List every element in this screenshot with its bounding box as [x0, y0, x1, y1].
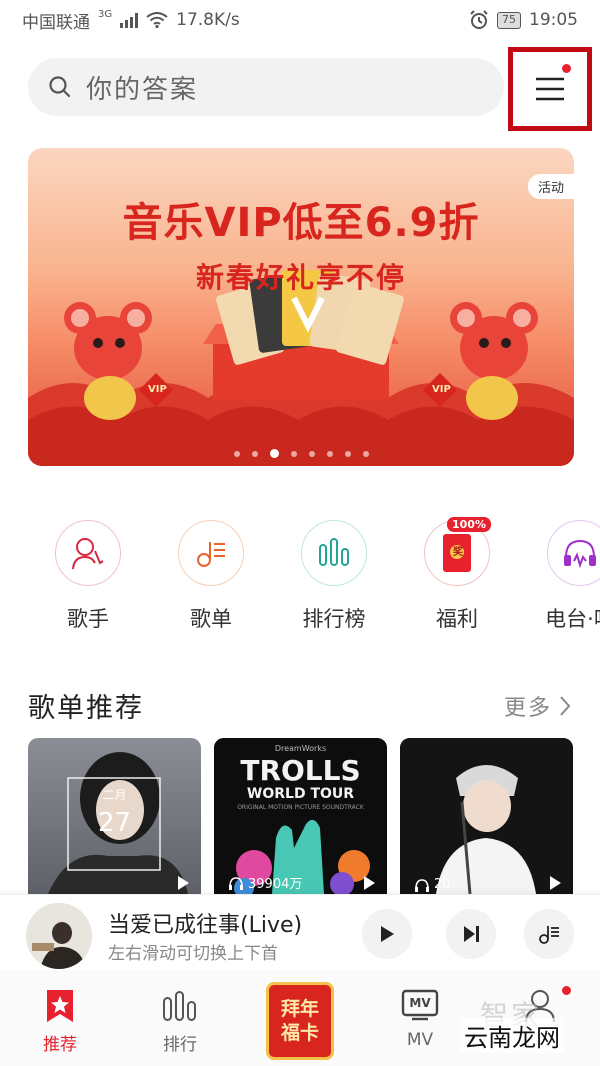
carrier-label: 中国联通: [22, 12, 90, 33]
new-year-card-button[interactable]: 拜年 福卡: [266, 982, 334, 1060]
search-icon: [49, 76, 71, 98]
network-type: 3G: [98, 8, 113, 20]
card-cover-image: [400, 738, 573, 894]
category-label: 排行榜: [302, 607, 366, 631]
carousel-dot[interactable]: [290, 450, 297, 457]
card-brand: DreamWorks: [274, 744, 327, 753]
tab-ranking[interactable]: 排行: [120, 970, 240, 1066]
card-title-line1: TROLLS: [240, 754, 361, 787]
play-count-value: 39904万: [248, 877, 303, 892]
vip-tag-right: VIP: [432, 384, 451, 395]
play-icon: [550, 876, 561, 890]
category-radio[interactable]: 电台·听: [525, 520, 600, 633]
now-playing-title: 当爱已成往事(Live): [108, 913, 303, 938]
carousel-dot[interactable]: [308, 450, 315, 457]
chart-icon: [301, 520, 367, 586]
fuka-line1: 拜年: [280, 998, 319, 1020]
menu-button[interactable]: [508, 47, 592, 131]
watermark: 云南龙网: [460, 1018, 564, 1053]
play-count: 20: [414, 877, 451, 892]
playlist-icon: [178, 520, 244, 586]
skip-next-icon: [464, 926, 479, 942]
ranking-icon: [163, 991, 196, 1021]
category-playlist[interactable]: 歌单: [156, 520, 266, 633]
card-overlay-day: 27: [97, 808, 132, 838]
tab-label: 排行: [163, 1035, 197, 1055]
category-label: 电台·听: [545, 607, 600, 631]
category-label: 歌单: [190, 607, 232, 631]
fuka-line2: 福卡: [280, 1022, 319, 1044]
card-subtitle: ORIGINAL MOTION PICTURE SOUNDTRACK: [237, 804, 364, 811]
carousel-dot[interactable]: [251, 450, 258, 457]
wifi-icon: [146, 12, 168, 28]
more-link[interactable]: 更多: [504, 690, 572, 722]
play-icon: [178, 876, 189, 890]
battery-indicator: 75: [497, 11, 521, 29]
clock: 19:05: [529, 10, 578, 30]
carousel-dot[interactable]: [326, 450, 333, 457]
tab-recommend[interactable]: 推荐: [0, 970, 120, 1066]
promo-banner[interactable]: 活动 音乐VIP低至6.9折 新春好礼享不停 VIP VIP: [28, 148, 574, 466]
card-overlay-month: 二月: [102, 788, 127, 802]
category-label: 福利: [436, 607, 478, 631]
mini-player[interactable]: 当爱已成往事(Live) 左右滑动可切换上下首: [0, 894, 600, 970]
tab-label: 推荐: [43, 1035, 77, 1055]
next-button[interactable]: [446, 909, 496, 959]
play-icon: [364, 876, 375, 890]
radio-icon: [547, 520, 600, 586]
playlist-queue-button[interactable]: [524, 909, 574, 959]
now-playing-cover[interactable]: [26, 903, 92, 969]
search-input[interactable]: 你的答案: [28, 58, 504, 116]
queue-icon: [539, 926, 559, 944]
play-icon: [381, 926, 394, 942]
play-count-value: 20: [434, 877, 451, 892]
star-bookmark-icon: [47, 990, 73, 1022]
mv-box-label: MV: [409, 996, 431, 1010]
hamburger-icon: [536, 77, 564, 101]
red-packet-icon: 奖 100%: [424, 517, 491, 586]
vip-tag-left: VIP: [148, 384, 167, 395]
red-packet-char: 奖: [453, 547, 463, 558]
category-singer[interactable]: 歌手: [33, 520, 143, 633]
welfare-badge: 100%: [447, 517, 491, 532]
search-placeholder: 你的答案: [86, 74, 199, 105]
banner-headline: 音乐VIP低至6.9折: [122, 200, 480, 246]
playlist-card[interactable]: 20: [400, 738, 573, 894]
category-chart[interactable]: 排行榜: [279, 520, 389, 633]
carousel-dot[interactable]: [233, 450, 240, 457]
notification-dot: [562, 64, 571, 73]
carousel-indicator: [28, 449, 574, 458]
alarm-icon: [470, 10, 488, 29]
headphones-icon: [415, 878, 429, 892]
section-title: 歌单推荐: [28, 693, 144, 724]
category-label: 歌手: [67, 607, 109, 631]
play-button[interactable]: [362, 909, 412, 959]
playlist-card[interactable]: 二月 27: [28, 738, 201, 894]
profile-notification-dot: [562, 986, 571, 995]
network-speed: 17.8K/s: [176, 10, 240, 30]
now-playing-hint: 左右滑动可切换上下首: [108, 944, 278, 964]
singer-icon: [55, 520, 121, 586]
card-title-line2: WORLD TOUR: [246, 786, 355, 802]
more-label: 更多: [503, 696, 552, 721]
chevron-right-icon: [560, 696, 571, 716]
status-bar: 中国联通 3G 17.8K/s 75 19:05: [0, 0, 600, 40]
carousel-dot[interactable]: [269, 449, 279, 458]
album-art-image: [26, 903, 92, 969]
signal-icon: [120, 12, 139, 28]
category-welfare[interactable]: 奖 100% 福利: [402, 517, 512, 633]
playlist-card[interactable]: DreamWorks TROLLS WORLD TOUR ORIGINAL MO…: [214, 738, 387, 894]
headphones-icon: [229, 876, 243, 890]
category-row: 歌手 歌单 排行榜 奖 100% 福利 电台·听: [0, 517, 600, 640]
carousel-dot[interactable]: [344, 450, 351, 457]
play-count: 39904万: [228, 873, 302, 892]
carousel-dot[interactable]: [362, 450, 369, 457]
banner-subline: 新春好礼享不停: [195, 261, 406, 294]
